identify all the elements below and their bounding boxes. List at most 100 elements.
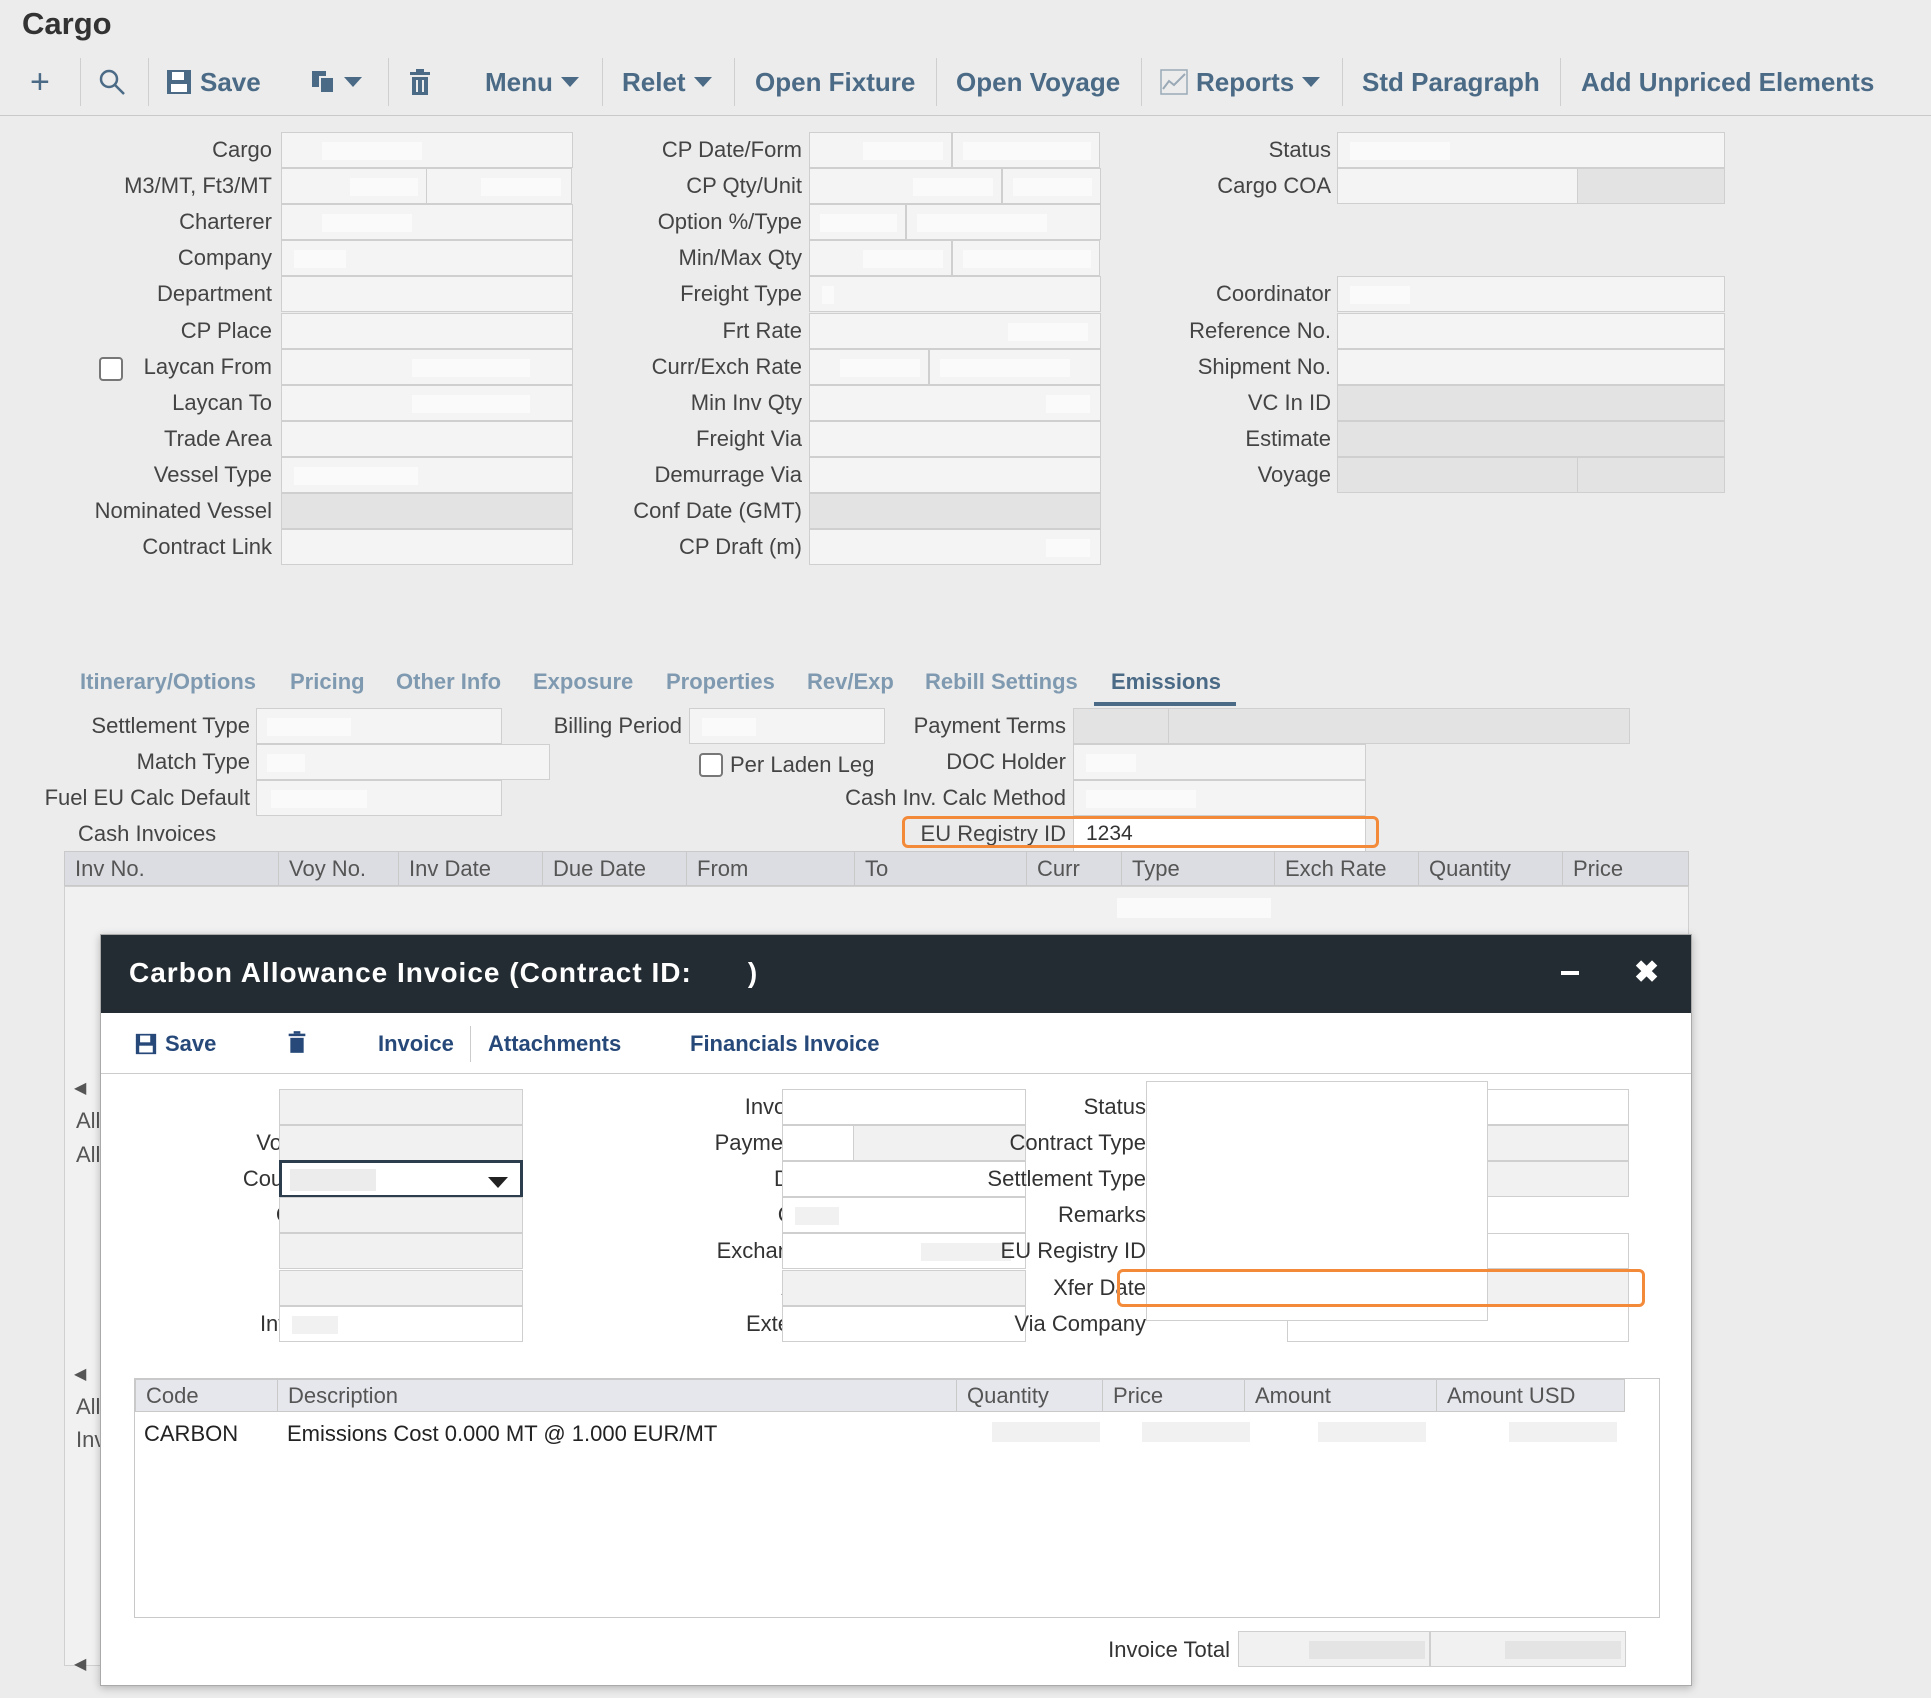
field-coordinator[interactable]	[1337, 276, 1725, 313]
field-trade-area[interactable]	[281, 420, 573, 457]
add-icon[interactable]: +	[30, 62, 50, 102]
dialog-field-from[interactable]	[279, 1233, 523, 1270]
billing-period-field[interactable]	[689, 708, 885, 744]
payment-terms-code-field[interactable]	[1073, 708, 1169, 744]
search-icon[interactable]	[98, 62, 126, 102]
column-price: Price	[1562, 852, 1623, 886]
delete-button[interactable]	[408, 62, 432, 102]
field-shipment-no[interactable]	[1337, 348, 1725, 385]
field-freight-type[interactable]	[809, 276, 1101, 313]
menu-dropdown[interactable]: Menu	[485, 62, 579, 102]
add-unpriced-elements-button[interactable]: Add Unpriced Elements	[1581, 62, 1874, 102]
field-m3-mt-ft3-mt-1[interactable]	[281, 168, 427, 205]
per-laden-leg-checkbox[interactable]	[699, 753, 723, 777]
tab-rev-exp[interactable]: Rev/Exp	[807, 662, 894, 702]
field-curr-exch-rate-1[interactable]	[809, 348, 929, 385]
field-cargo[interactable]	[281, 132, 573, 168]
field-option-type-1[interactable]	[809, 204, 906, 241]
dialog-field-currency[interactable]	[782, 1197, 1026, 1234]
tab-rebill-settings[interactable]: Rebill Settings	[925, 662, 1078, 702]
doc-holder-field[interactable]	[1073, 744, 1366, 780]
field-cp-qty-unit-2[interactable]	[1002, 168, 1101, 205]
field-min-max-qty-1[interactable]	[809, 240, 952, 277]
dialog-delete-button[interactable]	[287, 1031, 307, 1053]
dialog-field-payment-terms-1[interactable]	[782, 1125, 854, 1162]
dialog-field-company[interactable]	[279, 1197, 523, 1234]
minimize-icon[interactable]	[1561, 971, 1579, 975]
std-paragraph-button[interactable]: Std Paragraph	[1362, 62, 1540, 102]
field-frt-rate[interactable]	[809, 312, 1101, 349]
dialog-field-invoice-no[interactable]	[279, 1305, 523, 1342]
dialog-save-button[interactable]: Save	[135, 1031, 216, 1057]
field-voyage-1[interactable]	[1337, 456, 1578, 493]
scroll-left-icon[interactable]: ◀	[74, 1654, 86, 1674]
field-curr-exch-rate-2[interactable]	[929, 348, 1101, 385]
dialog-field-exchange-rate[interactable]	[782, 1233, 1026, 1270]
scroll-left-icon[interactable]: ◀	[74, 1364, 86, 1384]
field-min-inv-qty[interactable]	[809, 384, 1101, 421]
tab-exposure[interactable]: Exposure	[533, 662, 633, 702]
dialog-field-voyage-no[interactable]	[279, 1125, 523, 1162]
field-conf-date-gmt[interactable]	[809, 493, 1101, 529]
field-m3-mt-ft3-mt-2[interactable]	[426, 168, 572, 205]
per-laden-leg-label: Per Laden Leg	[730, 752, 875, 777]
close-icon[interactable]: ✖	[1634, 955, 1659, 990]
dialog-field-external-ref[interactable]	[782, 1305, 1026, 1342]
tab-itinerary-options[interactable]: Itinerary/Options	[80, 662, 256, 702]
field-estimate[interactable]	[1337, 420, 1725, 457]
field-min-max-qty-2[interactable]	[952, 240, 1100, 277]
match-type-field[interactable]	[256, 744, 550, 780]
tab-pricing[interactable]: Pricing	[290, 662, 365, 702]
dialog-field-invoice-date[interactable]	[782, 1089, 1026, 1125]
label-option-type: Option %/Type	[657, 209, 802, 235]
tab-emissions[interactable]: Emissions	[1111, 662, 1221, 702]
field-laycan-from[interactable]	[281, 348, 573, 385]
field-company[interactable]	[281, 240, 573, 277]
dialog-financials-invoice-tab[interactable]: Financials Invoice	[690, 1031, 880, 1057]
field-laycan-to[interactable]	[281, 384, 573, 421]
dialog-field-to[interactable]	[279, 1269, 523, 1306]
payment-terms-name-field[interactable]	[1168, 708, 1630, 744]
field-reference-no[interactable]	[1337, 312, 1725, 349]
field-status[interactable]	[1337, 132, 1725, 168]
dialog-attachments-tab[interactable]: Attachments	[488, 1031, 621, 1057]
field-nominated-vessel[interactable]	[281, 493, 573, 529]
counterparty-select[interactable]	[279, 1160, 523, 1199]
fuel-eu-calc-default-field[interactable]	[256, 780, 502, 816]
dialog-invoice-tab[interactable]: Invoice	[378, 1031, 454, 1057]
open-fixture-button[interactable]: Open Fixture	[755, 62, 915, 102]
dialog-field-allow-id[interactable]	[782, 1269, 1026, 1306]
label-estimate: Estimate	[1245, 425, 1331, 451]
field-vessel-type[interactable]	[281, 456, 573, 493]
field-voyage-2[interactable]	[1577, 456, 1725, 493]
dialog-field-payment-terms-2[interactable]	[853, 1125, 1026, 1162]
field-vc-in-id[interactable]	[1337, 384, 1725, 421]
field-cp-date-form-1[interactable]	[809, 132, 952, 168]
field-cargo-coa-1[interactable]	[1337, 168, 1578, 205]
field-cargo-coa-2[interactable]	[1577, 168, 1725, 205]
field-contract-link[interactable]	[281, 529, 573, 566]
field-cp-qty-unit-1[interactable]	[809, 168, 1002, 205]
field-option-type-2[interactable]	[906, 204, 1101, 241]
label-laycan-to: Laycan To	[172, 389, 272, 415]
field-cp-draft-m[interactable]	[809, 529, 1101, 566]
save-button[interactable]: Save	[166, 62, 261, 102]
field-demurrage-via[interactable]	[809, 456, 1101, 493]
dialog-column-amount: Amount	[1244, 1380, 1331, 1412]
field-department[interactable]	[281, 276, 573, 313]
open-voyage-button[interactable]: Open Voyage	[956, 62, 1120, 102]
field-freight-via[interactable]	[809, 420, 1101, 457]
tab-properties[interactable]: Properties	[666, 662, 775, 702]
field-cp-place[interactable]	[281, 312, 573, 349]
dialog-field-vessel[interactable]	[279, 1089, 523, 1125]
scroll-left-icon[interactable]: ◀	[74, 1078, 86, 1098]
laycan-checkbox[interactable]	[99, 357, 123, 381]
settlement-type-field[interactable]	[256, 708, 502, 744]
copy-dropdown-button[interactable]	[310, 62, 362, 102]
field-cp-date-form-2[interactable]	[952, 132, 1100, 168]
cash-inv-calc-method-field[interactable]	[1073, 780, 1366, 816]
tab-other-info[interactable]: Other Info	[396, 662, 501, 702]
relet-dropdown[interactable]: Relet	[622, 62, 712, 102]
reports-dropdown[interactable]: Reports	[1160, 62, 1321, 102]
field-charterer[interactable]	[281, 204, 573, 241]
